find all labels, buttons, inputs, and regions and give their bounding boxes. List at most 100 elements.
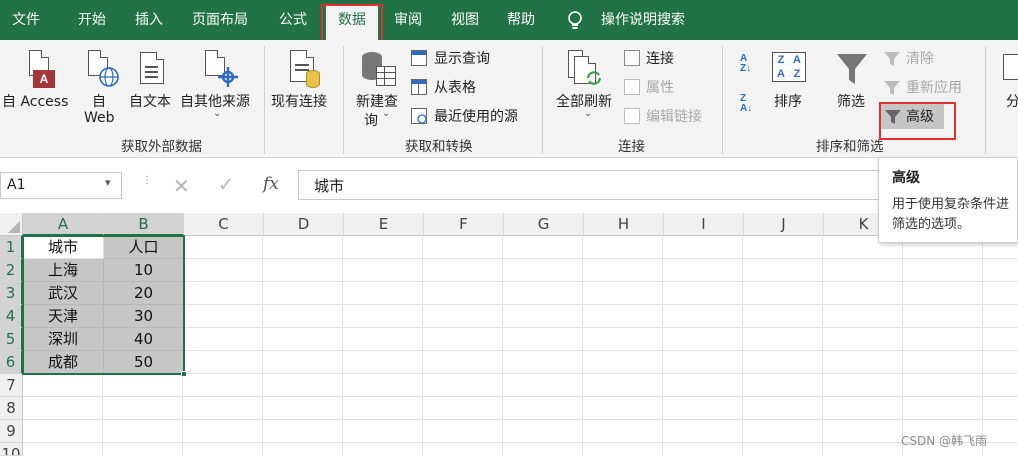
watermark: CSDN @韩飞雨 <box>901 434 988 448</box>
column-header[interactable]: B <box>104 213 184 236</box>
cell-a5[interactable]: 深圳 <box>23 328 104 351</box>
cell-a4[interactable]: 天津 <box>23 305 104 328</box>
cell-a2[interactable]: 上海 <box>23 259 104 282</box>
menu-bar: 文件 开始 插入 页面布局 公式 数据 审阅 视图 帮助 操作说明搜索 <box>0 0 1018 40</box>
recent-sources-button[interactable]: 最近使用的源 <box>434 106 518 126</box>
tooltip-description-line2: 筛选的选项。 <box>892 217 971 232</box>
tab-help[interactable]: 帮助 <box>507 0 535 40</box>
row-header[interactable]: 2 <box>0 259 23 282</box>
cell-a1[interactable]: 城市 <box>23 236 104 259</box>
tab-view[interactable]: 视图 <box>451 0 479 40</box>
clear-filter-icon <box>884 52 900 66</box>
tab-file[interactable]: 文件 <box>12 0 40 40</box>
formula-content: 城市 <box>314 177 345 195</box>
row-header[interactable]: 5 <box>0 328 23 351</box>
cell-b2[interactable]: 10 <box>104 259 184 282</box>
other-sources-icon <box>205 48 241 90</box>
edit-links-button[interactable]: 编辑链接 <box>646 106 702 126</box>
chevron-down-icon: ⌄ <box>213 108 222 119</box>
new-query-button-line1[interactable]: 新建查 <box>356 91 398 111</box>
group-separator <box>985 46 986 154</box>
row-header[interactable]: 6 <box>0 351 23 374</box>
name-box[interactable]: A1 ▾ <box>0 172 122 199</box>
row-header[interactable]: 3 <box>0 282 23 305</box>
reapply-button[interactable]: 重新应用 <box>906 77 962 97</box>
tab-data[interactable]: 数据 <box>326 4 378 40</box>
column-header[interactable]: F <box>424 213 504 236</box>
new-query-button-line2[interactable]: 询 <box>364 110 378 130</box>
new-query-icon <box>360 48 400 90</box>
column-header[interactable]: C <box>184 213 264 236</box>
spreadsheet-grid: A B C D E F G H I J K 1 2 3 4 5 6 7 8 9 … <box>0 213 1018 456</box>
enter-icon[interactable]: ✓ <box>218 174 234 196</box>
tab-insert[interactable]: 插入 <box>135 0 163 40</box>
chevron-down-icon[interactable]: ▾ <box>105 176 111 189</box>
reapply-icon <box>884 81 900 95</box>
show-queries-icon <box>411 50 427 66</box>
ribbon: A 自 Access 自 Web 自文本 自其他来源 ⌄ 现有连接 获取外部数据… <box>0 40 1018 158</box>
column-header[interactable]: A <box>23 213 104 236</box>
from-table-button[interactable]: 从表格 <box>434 77 476 97</box>
sort-icon: ZAAZ <box>772 52 806 82</box>
cell-b6[interactable]: 50 <box>104 351 184 374</box>
group-separator <box>343 46 344 154</box>
chevron-down-icon: ⌄ <box>584 108 593 119</box>
more-button[interactable]: 分 <box>1006 91 1018 111</box>
cell-b4[interactable]: 30 <box>104 305 184 328</box>
chevron-down-icon: ⌄ <box>382 108 391 119</box>
advanced-filter-icon <box>885 110 901 124</box>
clear-button[interactable]: 清除 <box>906 48 934 68</box>
sort-button[interactable]: 排序 <box>774 91 802 111</box>
group-separator <box>542 46 543 154</box>
cancel-icon[interactable]: ✕ <box>173 174 190 198</box>
column-header[interactable]: G <box>504 213 584 236</box>
from-text-button[interactable]: 自文本 <box>129 91 171 111</box>
tooltip-title: 高级 <box>892 170 920 186</box>
edit-links-icon <box>624 108 640 124</box>
select-all-corner[interactable] <box>0 213 23 236</box>
row-header[interactable]: 10 <box>0 443 23 456</box>
tell-me-search[interactable]: 操作说明搜索 <box>601 0 685 40</box>
column-header[interactable]: E <box>344 213 424 236</box>
row-header[interactable]: 1 <box>0 236 23 259</box>
row-header[interactable]: 4 <box>0 305 23 328</box>
properties-icon <box>624 79 640 95</box>
show-queries-button[interactable]: 显示查询 <box>434 48 490 68</box>
column-header[interactable]: H <box>584 213 664 236</box>
group-label-connections: 连接 <box>618 139 645 155</box>
from-web-button-line1[interactable]: 自 <box>92 91 106 111</box>
cell-b5[interactable]: 40 <box>104 328 184 351</box>
recent-sources-icon <box>411 108 427 124</box>
existing-connections-icon <box>290 48 324 90</box>
from-web-button-line2[interactable]: Web <box>84 110 115 126</box>
tab-formulas[interactable]: 公式 <box>279 0 307 40</box>
insert-function-icon[interactable]: fx <box>263 174 279 194</box>
drag-handle-icon[interactable]: ⋮ <box>142 176 152 186</box>
cell-a6[interactable]: 成都 <box>23 351 104 374</box>
table-icon <box>411 79 427 95</box>
cell-b1[interactable]: 人口 <box>104 236 184 259</box>
tab-home[interactable]: 开始 <box>78 0 106 40</box>
connections-button[interactable]: 连接 <box>646 48 674 68</box>
cell-a3[interactable]: 武汉 <box>23 282 104 305</box>
cell-b3[interactable]: 20 <box>104 282 184 305</box>
advanced-tooltip: 高级 用于使用复杂条件进 筛选的选项。 <box>878 157 1018 243</box>
properties-button[interactable]: 属性 <box>646 77 674 97</box>
column-header[interactable]: D <box>264 213 344 236</box>
lightbulb-icon <box>568 11 582 29</box>
filter-button[interactable]: 筛选 <box>837 91 865 111</box>
group-label-get-external: 获取外部数据 <box>121 139 202 155</box>
row-header[interactable]: 8 <box>0 397 23 420</box>
tab-review[interactable]: 审阅 <box>394 0 422 40</box>
from-access-button[interactable]: 自 Access <box>2 91 68 111</box>
column-header[interactable]: I <box>664 213 744 236</box>
row-header[interactable]: 7 <box>0 374 23 397</box>
row-header[interactable]: 9 <box>0 420 23 443</box>
tab-page-layout[interactable]: 页面布局 <box>192 0 248 40</box>
existing-connections-button[interactable]: 现有连接 <box>271 91 327 111</box>
column-header[interactable]: J <box>744 213 824 236</box>
group-label-sort-filter: 排序和筛选 <box>816 139 884 155</box>
filter-icon <box>837 54 867 84</box>
fill-handle[interactable] <box>181 371 187 377</box>
name-box-value: A1 <box>7 177 26 193</box>
